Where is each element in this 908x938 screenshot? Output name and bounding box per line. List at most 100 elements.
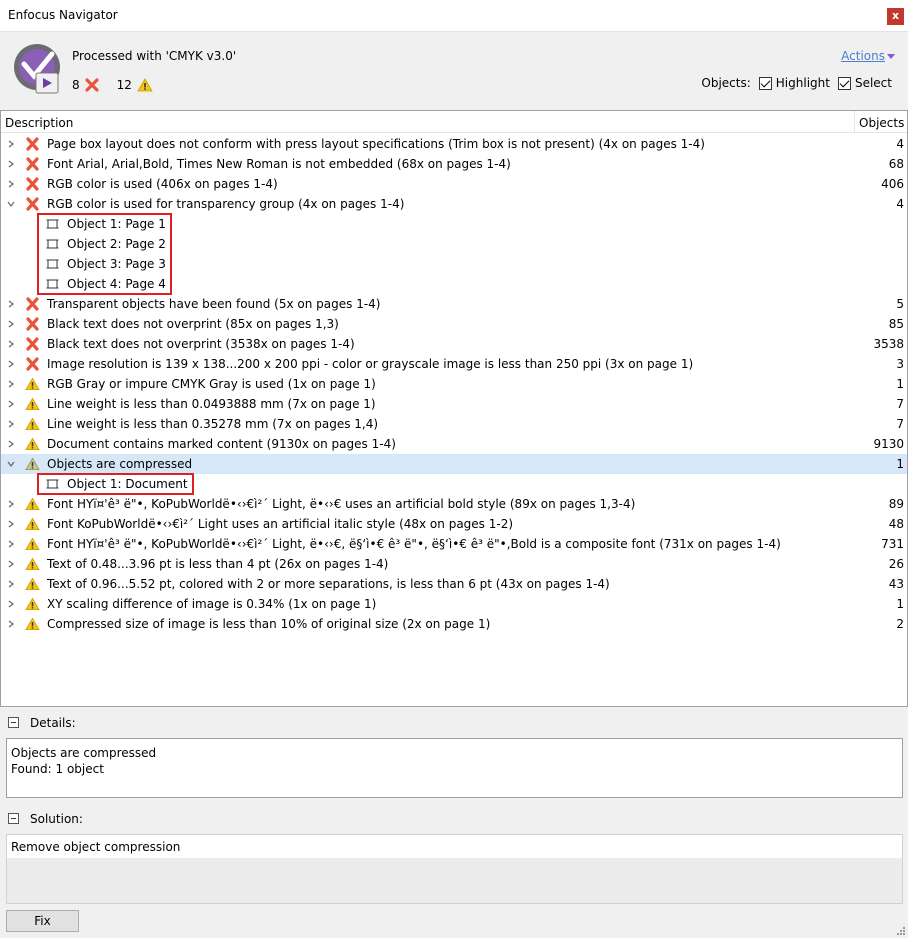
- result-object-count: 48: [888, 517, 904, 531]
- result-description: Image resolution is 139 x 138...200 x 20…: [47, 357, 694, 371]
- result-row[interactable]: Page box layout does not conform with pr…: [1, 134, 907, 154]
- objects-column-header[interactable]: Objects: [859, 116, 904, 130]
- result-row[interactable]: Black text does not overprint (85x on pa…: [1, 314, 907, 334]
- chevron-right-icon[interactable]: [7, 520, 15, 528]
- close-button[interactable]: x: [887, 8, 904, 25]
- warning-icon: [137, 78, 153, 92]
- chevron-right-icon[interactable]: [7, 580, 15, 588]
- error-icon: [26, 317, 39, 331]
- highlight-label: Highlight: [775, 76, 830, 90]
- chevron-right-icon[interactable]: [7, 620, 15, 628]
- result-description: Objects are compressed: [47, 457, 193, 471]
- result-description: Document contains marked content (9130x …: [47, 437, 396, 451]
- result-object-count: 43: [888, 577, 904, 591]
- chevron-right-icon[interactable]: [7, 320, 15, 328]
- result-description: Page box layout does not conform with pr…: [47, 137, 705, 151]
- details-line: Objects are compressed: [11, 746, 157, 760]
- warning-icon: [25, 557, 40, 570]
- result-row[interactable]: Black text does not overprint (3538x on …: [1, 334, 907, 354]
- collapse-solution-icon[interactable]: [8, 813, 19, 824]
- chevron-right-icon[interactable]: [7, 140, 15, 148]
- results-tree[interactable]: Description Objects Page box layout does…: [0, 110, 908, 707]
- result-object-count: 1: [896, 597, 904, 611]
- description-column-header[interactable]: Description: [5, 116, 73, 130]
- result-row[interactable]: Font HYï¤'ê³ ë"•, KoPubWorldë•‹›€ì²´ Lig…: [1, 534, 907, 554]
- actions-menu-link[interactable]: Actions: [841, 49, 895, 63]
- column-header: Description Objects: [1, 111, 907, 133]
- warning-icon: [25, 397, 40, 410]
- error-icon: [26, 297, 39, 311]
- result-object-count: 731: [881, 537, 904, 551]
- result-description: Text of 0.96...5.52 pt, colored with 2 o…: [47, 577, 610, 591]
- result-row[interactable]: Line weight is less than 0.35278 mm (7x …: [1, 414, 907, 434]
- result-row[interactable]: Text of 0.96...5.52 pt, colored with 2 o…: [1, 574, 907, 594]
- solution-panel[interactable]: Remove object compression: [6, 834, 903, 904]
- result-row[interactable]: Compressed size of image is less than 10…: [1, 614, 907, 634]
- result-description: RGB Gray or impure CMYK Gray is used (1x…: [47, 377, 376, 391]
- chevron-right-icon[interactable]: [7, 440, 15, 448]
- chevron-right-icon[interactable]: [7, 500, 15, 508]
- result-row[interactable]: Objects are compressed 1: [1, 454, 907, 474]
- error-icon: [26, 357, 39, 371]
- resize-grip-icon[interactable]: [896, 926, 906, 936]
- chevron-right-icon[interactable]: [7, 160, 15, 168]
- result-description: Font KoPubWorldë•‹›€ì²´ Light uses an ar…: [47, 517, 514, 531]
- result-row[interactable]: Text of 0.48...3.96 pt is less than 4 pt…: [1, 554, 907, 574]
- result-object-count: 4: [896, 137, 904, 151]
- result-object-count: 7: [896, 417, 904, 431]
- highlight-box: [37, 473, 194, 495]
- chevron-right-icon[interactable]: [7, 400, 15, 408]
- result-object-count: 2: [896, 617, 904, 631]
- result-object-count: 4: [896, 197, 904, 211]
- result-row[interactable]: Font HYï¤'ê³ ë"•, KoPubWorldë•‹›€ì²´ Lig…: [1, 494, 907, 514]
- details-label: Details:: [30, 716, 76, 730]
- warning-icon: [25, 417, 40, 430]
- chevron-right-icon[interactable]: [7, 600, 15, 608]
- result-row[interactable]: Line weight is less than 0.0493888 mm (7…: [1, 394, 907, 414]
- chevron-right-icon[interactable]: [7, 360, 15, 368]
- solution-item[interactable]: Remove object compression: [7, 835, 902, 858]
- chevron-right-icon[interactable]: [7, 380, 15, 388]
- result-row[interactable]: Font KoPubWorldë•‹›€ì²´ Light uses an ar…: [1, 514, 907, 534]
- chevron-right-icon[interactable]: [7, 560, 15, 568]
- highlight-checkbox[interactable]: [758, 76, 772, 90]
- result-row[interactable]: XY scaling difference of image is 0.34% …: [1, 594, 907, 614]
- chevron-right-icon[interactable]: [7, 340, 15, 348]
- details-section-header[interactable]: Details:: [0, 712, 908, 734]
- result-row[interactable]: RGB Gray or impure CMYK Gray is used (1x…: [1, 374, 907, 394]
- title-bar: Enfocus Navigator x: [0, 0, 908, 32]
- error-icon: [26, 137, 39, 151]
- result-row[interactable]: Transparent objects have been found (5x …: [1, 294, 907, 314]
- objects-options: Objects: Highlight Select: [701, 76, 892, 90]
- chevron-right-icon[interactable]: [7, 420, 15, 428]
- result-object-count: 68: [888, 157, 904, 171]
- warning-count: 12: [116, 78, 132, 92]
- result-row[interactable]: RGB color is used (406x on pages 1-4) 406: [1, 174, 907, 194]
- chevron-down-icon[interactable]: [7, 200, 15, 208]
- warning-icon: [25, 517, 40, 530]
- result-row[interactable]: Document contains marked content (9130x …: [1, 434, 907, 454]
- collapse-details-icon[interactable]: [8, 717, 19, 728]
- result-description: XY scaling difference of image is 0.34% …: [47, 597, 377, 611]
- result-row[interactable]: Font Arial, Arial,Bold, Times New Roman …: [1, 154, 907, 174]
- error-icon: [26, 337, 39, 351]
- chevron-right-icon[interactable]: [7, 540, 15, 548]
- warning-icon: [25, 597, 40, 610]
- result-row[interactable]: RGB color is used for transparency group…: [1, 194, 907, 214]
- result-object-count: 1: [896, 457, 904, 471]
- solution-section-header[interactable]: Solution:: [0, 808, 908, 830]
- report-header: Processed with 'CMYK v3.0' 8 12 Actions …: [0, 32, 908, 108]
- result-description: Compressed size of image is less than 10…: [47, 617, 491, 631]
- error-icon: [26, 197, 39, 211]
- chevron-right-icon[interactable]: [7, 180, 15, 188]
- result-description: Line weight is less than 0.0493888 mm (7…: [47, 397, 376, 411]
- chevron-down-icon[interactable]: [7, 460, 15, 468]
- result-object-count: 3: [896, 357, 904, 371]
- select-checkbox[interactable]: [837, 76, 851, 90]
- result-object-count: 406: [881, 177, 904, 191]
- warning-icon: [25, 377, 40, 390]
- chevron-right-icon[interactable]: [7, 300, 15, 308]
- error-icon: [26, 177, 39, 191]
- fix-button[interactable]: Fix: [6, 910, 79, 932]
- result-row[interactable]: Image resolution is 139 x 138...200 x 20…: [1, 354, 907, 374]
